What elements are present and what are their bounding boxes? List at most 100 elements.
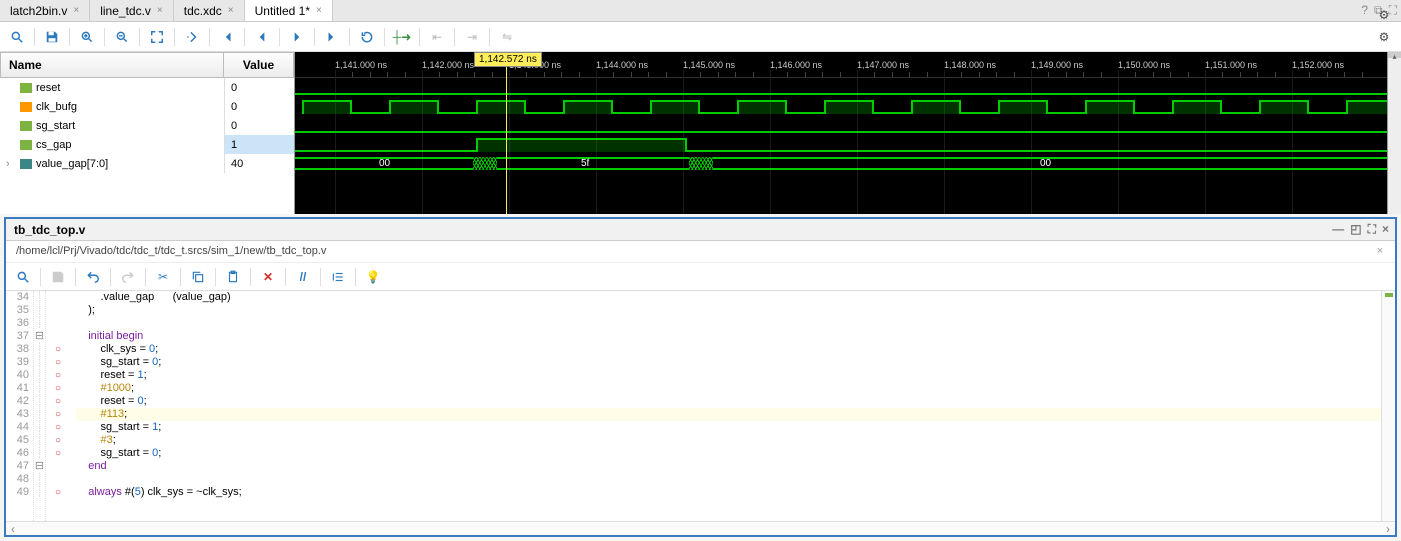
comment-icon[interactable]: // [292, 266, 314, 288]
wire-icon [20, 140, 32, 150]
signal-list-panel: Name Value reset0clk_bufg0sg_start0cs_ga… [0, 52, 295, 214]
time-ruler: 1,141.000 ns1,142.000 ns1,143.000 ns1,14… [295, 52, 1401, 78]
go-first-icon[interactable] [216, 26, 238, 48]
signal-value: 0 [225, 116, 294, 135]
goto-cursor-icon[interactable] [181, 26, 203, 48]
gear-icon[interactable]: ⚙ [1373, 4, 1395, 26]
zoom-fit-icon[interactable] [146, 26, 168, 48]
tick-label: 1,141.000 ns [335, 60, 387, 70]
next-transition-icon[interactable]: ⇥ [461, 26, 483, 48]
restore-icon[interactable]: ◰ [1350, 222, 1361, 237]
gear-icon[interactable]: ⚙ [1373, 26, 1395, 48]
tab-latch2bin[interactable]: latch2bin.v× [0, 0, 90, 21]
editor-toolbar: ✂ ✕ // 💡 ⚙ [6, 263, 1395, 291]
tick-label: 1,145.000 ns [683, 60, 735, 70]
editor-path-bar: /home/lcl/Prj/Vivado/tdc/tdc_t/tdc_t.src… [6, 241, 1395, 263]
delete-icon[interactable]: ✕ [257, 266, 279, 288]
tick-label: 1,147.000 ns [857, 60, 909, 70]
search-icon[interactable] [6, 26, 28, 48]
close-icon[interactable]: × [1382, 222, 1389, 237]
scroll-right-icon[interactable]: › [1381, 522, 1395, 536]
reg-icon [20, 102, 32, 112]
search-icon[interactable] [12, 266, 34, 288]
tick-label: 1,152.000 ns [1292, 60, 1344, 70]
close-icon[interactable]: × [316, 5, 322, 16]
signal-name: sg_start [36, 120, 75, 132]
indent-icon[interactable] [327, 266, 349, 288]
paste-icon[interactable] [222, 266, 244, 288]
go-last-icon[interactable] [321, 26, 343, 48]
waveform-view: Name Value reset0clk_bufg0sg_start0cs_ga… [0, 52, 1401, 214]
signal-value: 0 [225, 97, 294, 116]
zoom-in-icon[interactable] [76, 26, 98, 48]
prev-transition-icon[interactable]: ⇤ [426, 26, 448, 48]
code-editor-panel: tb_tdc_top.v — ◰ ⛶ × /home/lcl/Prj/Vivad… [4, 217, 1397, 537]
add-marker-icon[interactable]: ┼➜ [391, 26, 413, 48]
signal-name: cs_gap [36, 139, 71, 151]
wave-trace [295, 78, 1401, 97]
scroll-left-icon[interactable]: ‹ [6, 522, 20, 536]
col-header-name[interactable]: Name [0, 52, 224, 78]
close-icon[interactable]: × [73, 5, 79, 16]
waveform-canvas[interactable]: 1,142.572 ns 1,141.000 ns 1,142.000 ns 1,1… [295, 52, 1401, 214]
tab-untitled[interactable]: Untitled 1*× [245, 0, 333, 21]
signal-value: 0 [225, 78, 294, 97]
maximize-icon[interactable]: ⛶ [1368, 222, 1376, 237]
signal-name: value_gap[7:0] [36, 158, 108, 170]
zoom-out-icon[interactable] [111, 26, 133, 48]
lightbulb-icon[interactable]: 💡 [362, 266, 384, 288]
tick-label: 1,148.000 ns [944, 60, 996, 70]
signal-value: 40 [225, 154, 294, 173]
overview-ruler[interactable] [1381, 291, 1395, 521]
copy-icon[interactable] [187, 266, 209, 288]
next-edge-icon[interactable] [286, 26, 308, 48]
redo-icon[interactable] [117, 266, 139, 288]
signal-row[interactable]: reset 0 [0, 78, 294, 97]
time-marker[interactable]: 1,142.572 ns [474, 52, 542, 67]
prev-edge-icon[interactable] [251, 26, 273, 48]
code-area[interactable]: 34353637383940414243444546474849 ┊┊┊⊟┊┊┊… [6, 291, 1395, 521]
close-icon[interactable]: × [1377, 245, 1383, 257]
col-header-value[interactable]: Value [224, 52, 294, 78]
file-path: /home/lcl/Prj/Vivado/tdc/tdc_t/tdc_t.src… [16, 245, 326, 257]
swap-icon[interactable]: ⇋ [496, 26, 518, 48]
close-icon[interactable]: × [157, 5, 163, 16]
editor-title-bar: tb_tdc_top.v — ◰ ⛶ × [6, 219, 1395, 241]
bus-icon [20, 159, 32, 169]
wire-icon [20, 83, 32, 93]
wave-trace [295, 135, 1401, 154]
save-icon[interactable] [41, 26, 63, 48]
restart-icon[interactable] [356, 26, 378, 48]
tick-label: 1,142.000 ns [422, 60, 474, 70]
signal-row[interactable]: clk_bufg 0 [0, 97, 294, 116]
file-tabbar: latch2bin.v× line_tdc.v× tdc.xdc× Untitl… [0, 0, 1401, 22]
signal-name: clk_bufg [36, 101, 77, 113]
waveform-toolbar: ┼➜ ⇤ ⇥ ⇋ ⚙ [0, 22, 1401, 52]
tab-tdc-xdc[interactable]: tdc.xdc× [174, 0, 245, 21]
signal-row[interactable]: ›value_gap[7:0]40 [0, 154, 294, 173]
minimize-icon[interactable]: — [1332, 222, 1344, 237]
wire-icon [20, 121, 32, 131]
wave-trace [295, 97, 1401, 116]
tick-label: 1,144.000 ns [596, 60, 648, 70]
signal-row[interactable]: sg_start 0 [0, 116, 294, 135]
signal-row[interactable]: cs_gap 1 [0, 135, 294, 154]
tick-label: 1,151.000 ns [1205, 60, 1257, 70]
tab-line-tdc[interactable]: line_tdc.v× [90, 0, 174, 21]
tick-label: 1,146.000 ns [770, 60, 822, 70]
save-icon[interactable] [47, 266, 69, 288]
signal-value: 1 [225, 135, 294, 154]
tick-label: 1,149.000 ns [1031, 60, 1083, 70]
signal-name: reset [36, 82, 60, 94]
cut-icon[interactable]: ✂ [152, 266, 174, 288]
scrollbar-vertical[interactable]: ▴ [1387, 52, 1401, 214]
cursor-line[interactable] [506, 62, 507, 214]
undo-icon[interactable] [82, 266, 104, 288]
tick-label: 1,150.000 ns [1118, 60, 1170, 70]
wave-trace: 00 5f 00 [295, 154, 1401, 173]
close-icon[interactable]: × [228, 5, 234, 16]
wave-trace [295, 116, 1401, 135]
help-icon[interactable]: ? [1361, 3, 1368, 18]
scrollbar-horizontal[interactable]: ‹ › [6, 521, 1395, 535]
editor-title: tb_tdc_top.v [14, 223, 85, 237]
